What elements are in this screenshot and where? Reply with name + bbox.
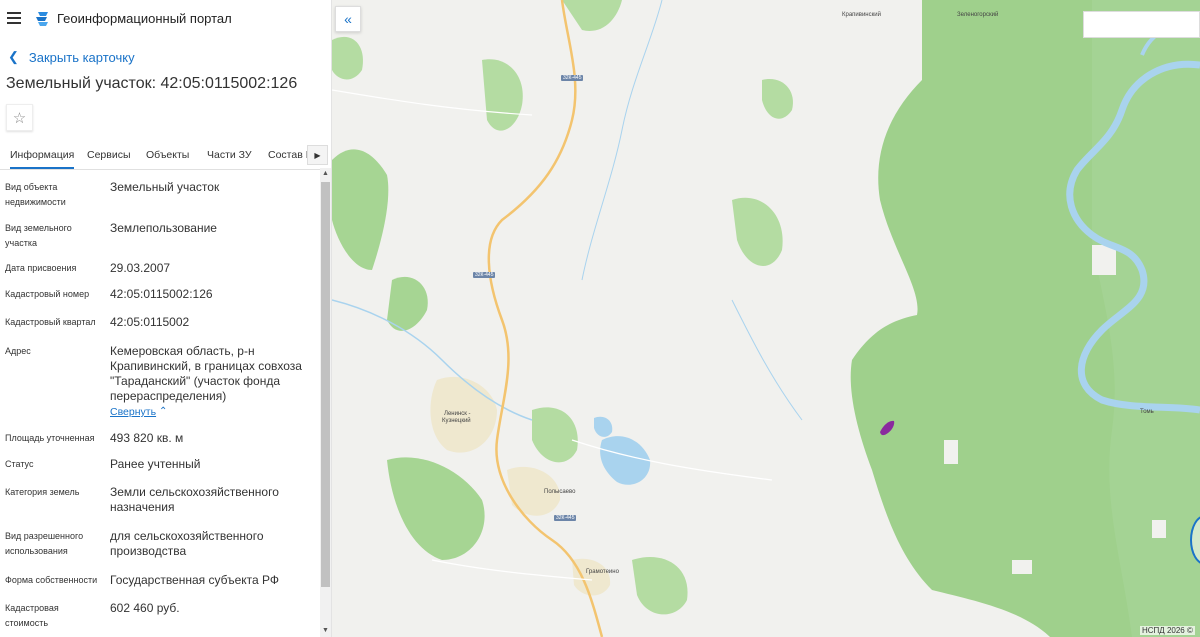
place-label: Ленинск - bbox=[444, 411, 471, 417]
property-label: Кадастровый квартал bbox=[5, 317, 96, 327]
map-background bbox=[332, 0, 1200, 637]
place-label: Грамотеино bbox=[586, 569, 619, 575]
road-label: 32К-445 bbox=[473, 272, 496, 278]
top-bar: Геоинформационный портал bbox=[0, 0, 331, 38]
tab-scroll-right-icon[interactable]: ▶ bbox=[307, 145, 328, 165]
property-value: Земельный участок bbox=[110, 180, 220, 194]
tab-objects[interactable]: Объекты bbox=[146, 149, 189, 161]
property-value: Землепользование bbox=[110, 221, 217, 235]
property-value: Земли сельскохозяйственного назначения bbox=[110, 485, 279, 514]
property-value: Кемеровская область, р-н Крапивинский, в… bbox=[110, 344, 302, 403]
place-label: Зеленогорский bbox=[957, 12, 999, 18]
property-value: 42:05:0115002 bbox=[110, 315, 190, 329]
property-value: 493 820 кв. м bbox=[110, 431, 184, 445]
properties-list: Вид объекта недвижимости Земельный участ… bbox=[0, 170, 320, 637]
tab-parcel-parts[interactable]: Части ЗУ bbox=[207, 149, 252, 161]
property-value: 42:05:0115002:126 bbox=[110, 287, 213, 301]
property-label: Кадастровая стоимость bbox=[5, 603, 59, 628]
collapse-panel-button[interactable]: « bbox=[335, 6, 361, 32]
tab-composition[interactable]: Состав Е bbox=[268, 149, 313, 161]
tab-bar: Информация Сервисы Объекты Части ЗУ Сост… bbox=[0, 143, 331, 170]
menu-icon[interactable] bbox=[7, 12, 21, 24]
property-label: Дата присвоения bbox=[5, 263, 77, 273]
map-copyright: НСПД 2026 © bbox=[1140, 626, 1195, 635]
property-value: Государственная субъекта РФ bbox=[110, 573, 280, 587]
property-label: Вид разрешенного использования bbox=[5, 531, 84, 556]
property-value: Ранее учтенный bbox=[110, 457, 201, 471]
property-label: Вид объекта недвижимости bbox=[5, 182, 66, 207]
place-label: Полысаево bbox=[544, 489, 576, 495]
scroll-thumb[interactable] bbox=[321, 182, 330, 587]
property-label: Категория земель bbox=[5, 487, 80, 497]
chevron-left-icon: ❮ bbox=[8, 49, 19, 64]
property-label: Площадь уточненная bbox=[5, 433, 95, 443]
property-value: 602 460 руб. bbox=[110, 601, 180, 615]
road-label: 32К-445 bbox=[554, 515, 577, 521]
tab-information[interactable]: Информация bbox=[10, 149, 75, 169]
property-value: 29.03.2007 bbox=[110, 261, 171, 275]
place-label: Томь bbox=[1140, 409, 1154, 415]
close-card-label: Закрыть карточку bbox=[28, 49, 135, 65]
close-card-link[interactable]: ❮ Закрыть карточку bbox=[8, 48, 135, 66]
property-label: Вид земельного участка bbox=[5, 223, 72, 248]
road-label: 32К-445 bbox=[561, 75, 584, 81]
property-label: Адрес bbox=[5, 346, 31, 356]
collapse-link[interactable]: Свернуть bbox=[110, 406, 156, 418]
map-canvas[interactable]: 32К-445 32К-445 32К-445 Крапивинский Зел… bbox=[332, 0, 1200, 637]
portal-title: Геоинформационный портал bbox=[57, 11, 232, 26]
tab-services[interactable]: Сервисы bbox=[87, 149, 131, 161]
info-panel: Геоинформационный портал ❮ Закрыть карто… bbox=[0, 0, 332, 637]
map-search-box[interactable] bbox=[1083, 11, 1200, 38]
scroll-up-icon[interactable]: ▲ bbox=[320, 168, 331, 180]
property-label: Статус bbox=[5, 459, 34, 469]
card-title: Земельный участок: 42:05:0115002:126 bbox=[6, 75, 298, 92]
scroll-down-icon[interactable]: ▼ bbox=[320, 625, 331, 637]
chevron-up-icon[interactable]: ⌃ bbox=[159, 406, 167, 417]
property-value: для сельскохозяйственного производства bbox=[110, 529, 264, 558]
property-label: Кадастровый номер bbox=[5, 289, 90, 299]
portal-logo-icon bbox=[36, 12, 48, 26]
favorite-star-icon[interactable]: ☆ bbox=[6, 104, 33, 131]
place-label: Кузнецкий bbox=[442, 418, 471, 424]
place-label: Крапивинский bbox=[842, 12, 881, 18]
panel-scrollbar[interactable]: ▲ ▼ bbox=[320, 168, 331, 637]
property-label: Форма собственности bbox=[5, 575, 98, 585]
